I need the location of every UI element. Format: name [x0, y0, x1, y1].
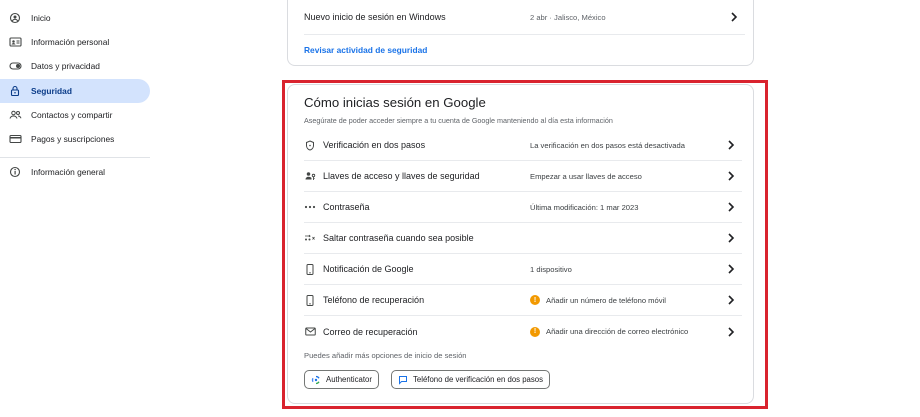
chip-label: Authenticator: [326, 375, 372, 384]
option-row-skip-password[interactable]: Saltar contraseña cuando sea posible: [304, 223, 742, 254]
sidebar-item-informacion-general[interactable]: Información general: [0, 160, 150, 184]
option-row-google-prompt[interactable]: Notificación de Google 1 dispositivo: [304, 254, 742, 285]
option-label: Correo de recuperación: [323, 326, 418, 337]
id-card-icon: [8, 35, 22, 49]
chevron-right-icon: [726, 171, 736, 181]
option-value: ! Añadir una dirección de correo electró…: [530, 326, 726, 337]
sidebar-divider: [0, 157, 150, 158]
sidebar-item-label: Información personal: [31, 37, 110, 47]
option-value-text: Empezar a usar llaves de acceso: [530, 171, 642, 181]
lock-icon: [8, 84, 22, 98]
option-label: Teléfono de recuperación: [323, 295, 425, 305]
sidebar-item-label: Pagos y suscripciones: [31, 134, 115, 144]
option-value: Empezar a usar llaves de acceso: [530, 172, 726, 181]
option-label: Contraseña: [323, 202, 370, 212]
mail-icon: [304, 326, 316, 338]
sidebar-item-label: Contactos y compartir: [31, 110, 113, 120]
warning-icon: !: [530, 326, 540, 337]
phone-icon: [304, 294, 316, 306]
warning-icon: !: [530, 295, 540, 305]
option-row-passkeys[interactable]: Llaves de acceso y llaves de seguridad E…: [304, 161, 742, 192]
sidebar-item-label: Seguridad: [31, 86, 72, 96]
toggle-icon: [8, 59, 22, 73]
sidebar-item-pagos[interactable]: Pagos y suscripciones: [0, 127, 150, 151]
more-options-text: Puedes añadir más opciones de inicio de …: [304, 351, 467, 360]
people-icon: [8, 108, 22, 122]
sidebar-nav: Inicio Información personal Datos y priv…: [0, 0, 152, 417]
option-label: Saltar contraseña cuando sea posible: [323, 233, 474, 243]
chip-label: Teléfono de verificación en dos pasos: [413, 375, 544, 384]
option-value: Última modificación: 1 mar 2023: [530, 203, 726, 212]
chevron-right-icon: [729, 12, 739, 22]
home-icon: [8, 11, 22, 25]
option-label: Notificación de Google: [323, 264, 414, 274]
activity-row[interactable]: Nuevo inicio de sesión en Windows 2 abr …: [304, 0, 745, 35]
skip-password-icon: [304, 232, 316, 244]
shield-icon: [304, 139, 316, 151]
option-row-recovery-email[interactable]: Correo de recuperación ! Añadir una dire…: [304, 316, 742, 347]
sidebar-item-seguridad[interactable]: Seguridad: [0, 79, 150, 103]
passkey-icon: [304, 170, 316, 182]
chevron-right-icon: [726, 140, 736, 150]
card-subtitle: Asegúrate de poder acceder siempre a tu …: [304, 116, 613, 125]
chevron-right-icon: [726, 264, 736, 274]
sidebar-item-inicio[interactable]: Inicio: [0, 6, 150, 30]
phone-icon: [304, 263, 316, 275]
authenticator-icon: [311, 375, 321, 385]
activity-label: Nuevo inicio de sesión en Windows: [304, 12, 446, 22]
chevron-right-icon: [726, 326, 736, 337]
sidebar-item-label: Inicio: [31, 13, 51, 23]
sidebar-item-label: Datos y privacidad: [31, 61, 100, 71]
option-value-text: Añadir una dirección de correo electróni…: [546, 327, 689, 336]
card-title: Cómo inicias sesión en Google: [304, 95, 486, 110]
option-value: 1 dispositivo: [530, 265, 726, 274]
password-dots-icon: [304, 201, 316, 213]
option-label: Verificación en dos pasos: [323, 140, 426, 150]
credit-card-icon: [8, 132, 22, 146]
sidebar-item-datos-privacidad[interactable]: Datos y privacidad: [0, 54, 150, 78]
option-value-text: La verificación en dos pasos está desact…: [530, 140, 685, 150]
review-security-activity-link[interactable]: Revisar actividad de seguridad: [304, 45, 427, 55]
option-label: Llaves de acceso y llaves de seguridad: [323, 171, 480, 181]
message-icon: [398, 375, 408, 385]
signin-methods-card: Cómo inicias sesión en Google Asegúrate …: [287, 84, 754, 404]
authenticator-chip[interactable]: Authenticator: [304, 370, 379, 389]
recent-security-activity-card: Nuevo inicio de sesión en Windows 2 abr …: [287, 0, 754, 66]
chevron-right-icon: [726, 233, 736, 243]
sidebar-item-label: Información general: [31, 167, 106, 177]
activity-value: 2 abr · Jalisco, México: [530, 12, 606, 22]
option-row-password[interactable]: Contraseña Última modificación: 1 mar 20…: [304, 192, 742, 223]
two-step-phone-chip[interactable]: Teléfono de verificación en dos pasos: [391, 370, 551, 389]
sidebar-item-contactos[interactable]: Contactos y compartir: [0, 103, 150, 127]
option-value: ! Añadir un número de teléfono móvil: [530, 295, 726, 305]
option-value-text: Añadir un número de teléfono móvil: [546, 295, 666, 305]
chevron-right-icon: [726, 295, 736, 305]
chevron-right-icon: [726, 202, 736, 212]
sidebar-item-informacion-personal[interactable]: Información personal: [0, 30, 150, 54]
option-row-recovery-phone[interactable]: Teléfono de recuperación ! Añadir un núm…: [304, 285, 742, 316]
option-value-text: 1 dispositivo: [530, 264, 572, 274]
option-value-text: Última modificación: 1 mar 2023: [530, 202, 639, 212]
info-icon: [8, 165, 22, 179]
option-value: La verificación en dos pasos está desact…: [530, 141, 726, 150]
option-row-two-step-verification[interactable]: Verificación en dos pasos La verificació…: [304, 130, 742, 161]
